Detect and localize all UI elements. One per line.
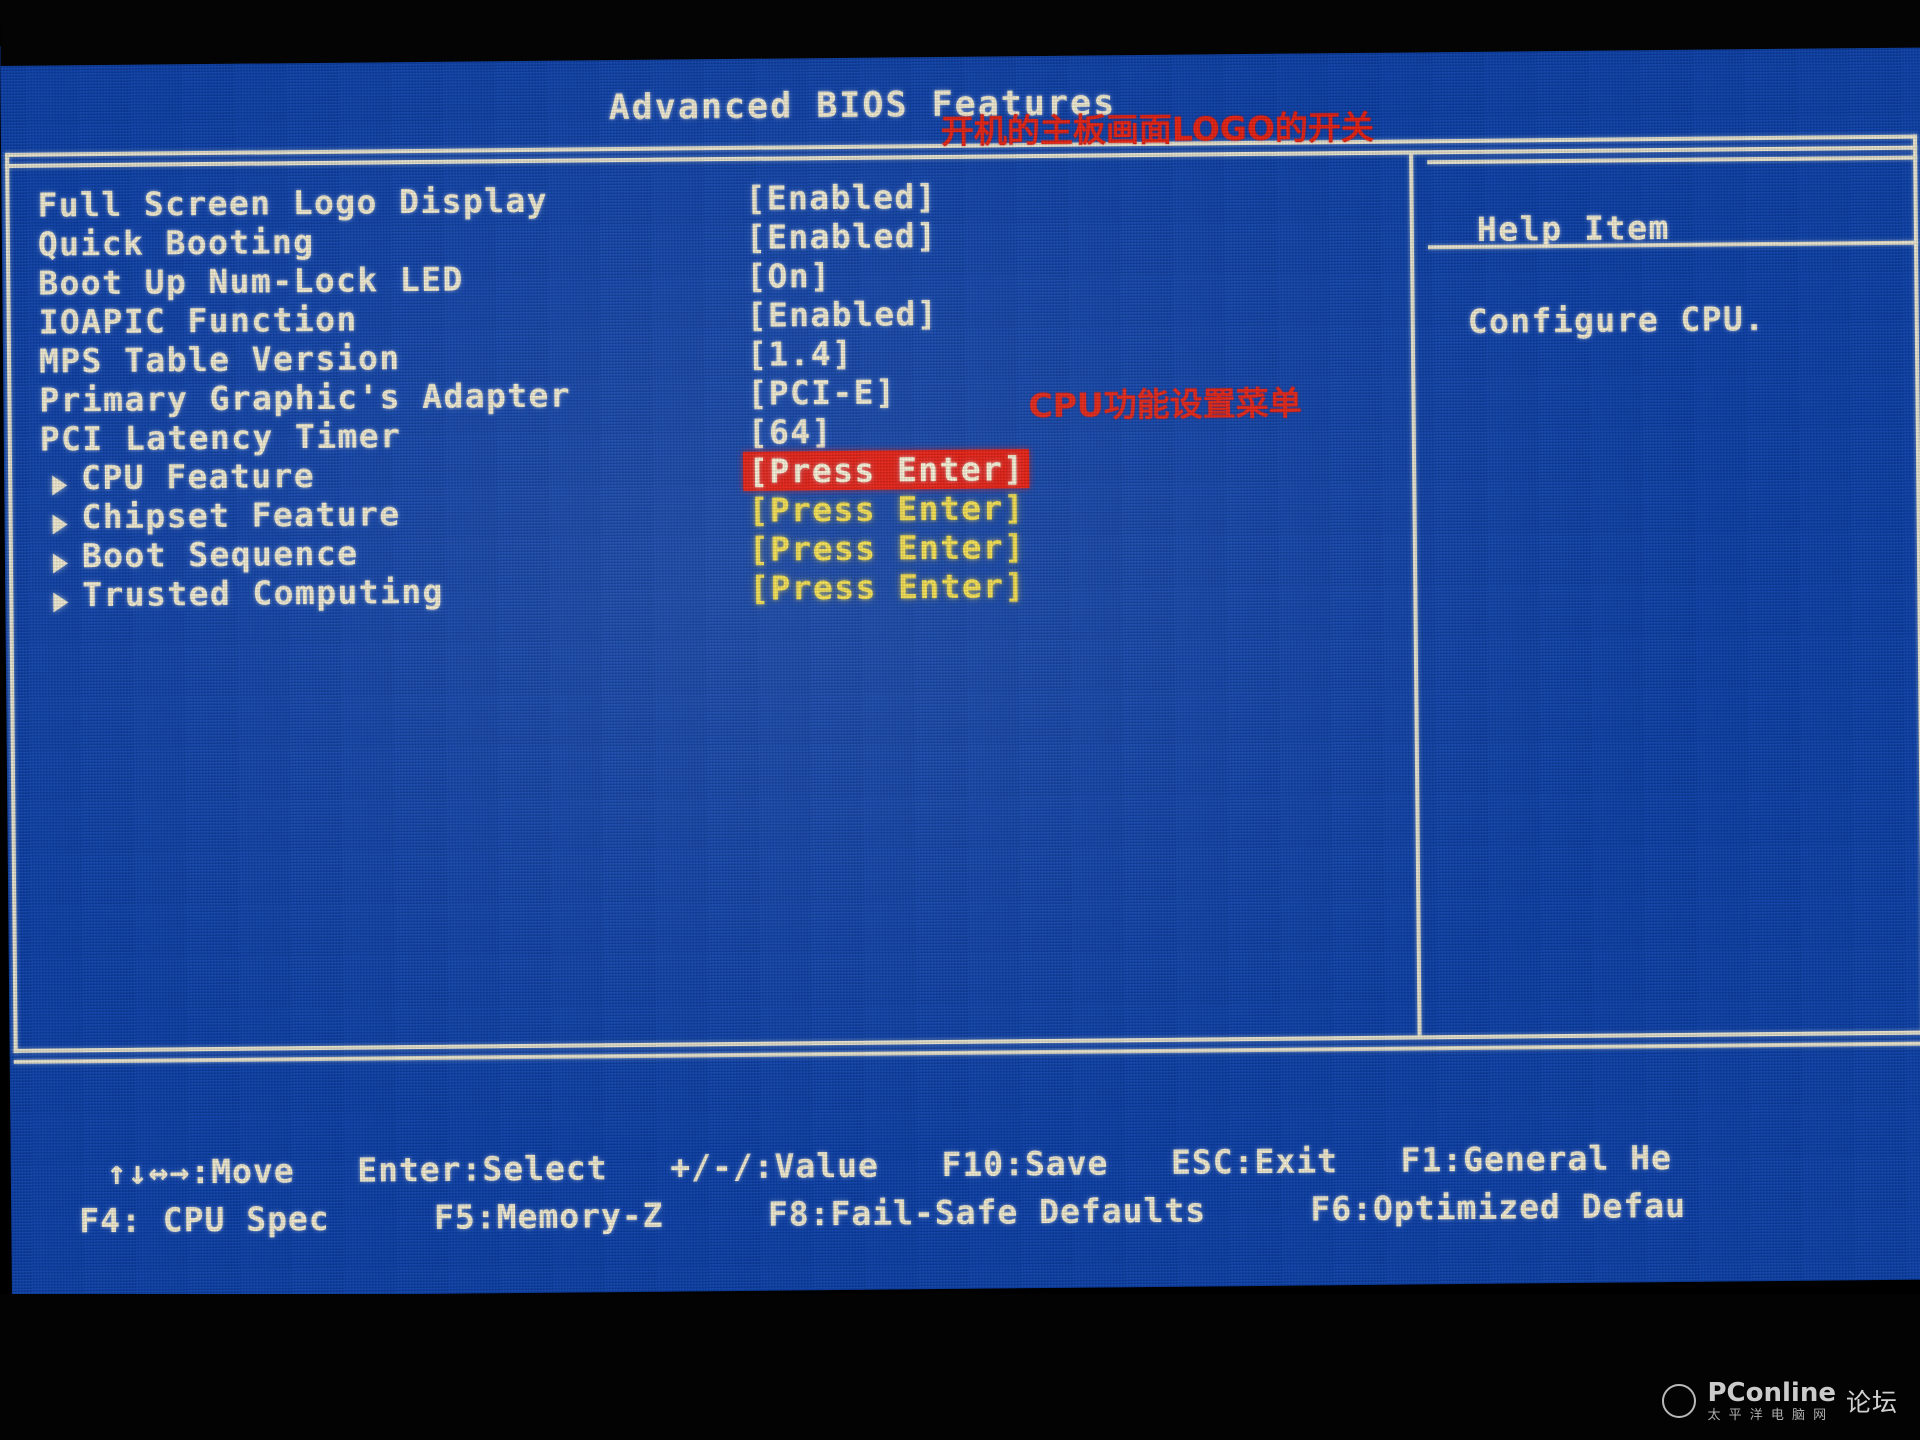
frame-right-edge <box>1912 134 1920 1035</box>
frame-bottom-rule-outer <box>13 1041 1920 1064</box>
watermark-forum-label: 论坛 <box>1845 1388 1898 1417</box>
menu-item-value-selected[interactable]: [Press Enter] <box>742 449 1030 491</box>
submenu-arrow-icon <box>52 552 69 574</box>
menu-item-value[interactable]: [Press Enter] <box>748 488 1025 530</box>
key-legend-bar: ↑↓↔→:Move Enter:Select +/-/:Value F10:Sa… <box>11 1135 1920 1240</box>
menu-row[interactable]: Quick Booting [Enabled] <box>37 216 938 264</box>
menu-row-boot-sequence[interactable]: Boot Sequence [Press Enter] <box>41 527 1026 576</box>
menu-row[interactable]: Full Screen Logo Display [Enabled] <box>37 177 937 225</box>
menu-row[interactable]: MPS Table Version [1.4] <box>38 334 854 381</box>
menu-item-label: Boot Sequence <box>81 533 359 576</box>
menu-row-chipset-feature[interactable]: Chipset Feature [Press Enter] <box>40 488 1025 537</box>
menu-item-label: Full Screen Logo Display <box>37 180 549 225</box>
menu-item-value[interactable]: [Enabled] <box>745 177 937 218</box>
menu-item-label: Quick Booting <box>37 221 315 264</box>
key-legend-line-2: F4: CPU Spec F5:Memory-Z F8:Fail-Safe De… <box>79 1185 1687 1241</box>
crt-screen: CMOS Setup Utility - Copyright (C) 1985-… <box>0 27 1920 1298</box>
watermark-logo: PConline 太 平 洋 电 脑 网 <box>1708 1380 1836 1422</box>
menu-item-value[interactable]: [On] <box>746 256 831 296</box>
menu-row-cpu-feature[interactable]: CPU Feature [Press Enter] <box>40 449 1030 498</box>
menu-item-value[interactable]: [PCI-E] <box>747 372 896 412</box>
settings-menu: Full Screen Logo Display [Enabled] Quick… <box>37 177 1030 615</box>
menu-row[interactable]: Primary Graphic's Adapter [PCI-E] <box>39 372 896 420</box>
watermark-brand: PConline <box>1707 1378 1836 1408</box>
frame-left-edge <box>5 152 18 1053</box>
menu-row-trusted-computing[interactable]: Trusted Computing [Press Enter] <box>41 566 1026 615</box>
help-panel-header-rule <box>1427 155 1918 165</box>
photo-bottom-black-band <box>0 1294 1920 1440</box>
key-legend-line-1: ↑↓↔→:Move Enter:Select +/-/:Value F10:Sa… <box>106 1138 1673 1193</box>
menu-row[interactable]: IOAPIC Function [Enabled] <box>38 294 938 342</box>
annotation-logo-note: 开机的主板画面LOGO的开关 <box>940 107 1375 151</box>
menu-row[interactable]: PCI Latency Timer [64] <box>39 412 833 459</box>
menu-item-label: PCI Latency Timer <box>39 416 402 459</box>
menu-item-value[interactable]: [Enabled] <box>746 294 938 335</box>
frame-bottom-rule-inner <box>13 1030 1920 1053</box>
watermark-circle-icon <box>1661 1384 1696 1418</box>
menu-item-label: Chipset Feature <box>81 494 401 537</box>
bios-photo: CMOS Setup Utility - Copyright (C) 1985-… <box>0 0 1920 1440</box>
submenu-arrow-icon <box>52 513 68 535</box>
menu-item-value[interactable]: [Enabled] <box>746 216 938 257</box>
submenu-arrow-icon <box>53 591 69 613</box>
help-panel: Help Item Configure CPU. <box>1431 168 1901 341</box>
menu-item-label: IOAPIC Function <box>38 299 358 342</box>
submenu-arrow-icon <box>52 474 68 496</box>
menu-item-value[interactable]: [1.4] <box>747 334 854 374</box>
menu-item-value[interactable]: [Press Enter] <box>749 527 1026 569</box>
menu-item-label: MPS Table Version <box>38 338 401 381</box>
menu-item-label: Primary Graphic's Adapter <box>39 375 572 420</box>
menu-item-label: CPU Feature <box>80 455 316 498</box>
pconline-watermark: PConline 太 平 洋 电 脑 网 论坛 <box>1661 1380 1899 1422</box>
annotation-cpu-note: CPU功能设置菜单 <box>1028 383 1302 426</box>
watermark-brand-sub: 太 平 洋 电 脑 网 <box>1707 1408 1829 1423</box>
help-panel-title: Help Item <box>1476 207 1671 249</box>
menu-item-label: Boot Up Num-Lock LED <box>38 259 464 303</box>
menu-item-value[interactable]: [Press Enter] <box>749 566 1026 608</box>
menu-item-value[interactable]: [64] <box>748 412 833 452</box>
help-panel-body: Configure CPU. <box>1467 299 1766 341</box>
help-panel-divider <box>1409 154 1422 1036</box>
menu-row[interactable]: Boot Up Num-Lock LED [On] <box>38 256 831 303</box>
menu-item-label: Trusted Computing <box>82 571 445 615</box>
